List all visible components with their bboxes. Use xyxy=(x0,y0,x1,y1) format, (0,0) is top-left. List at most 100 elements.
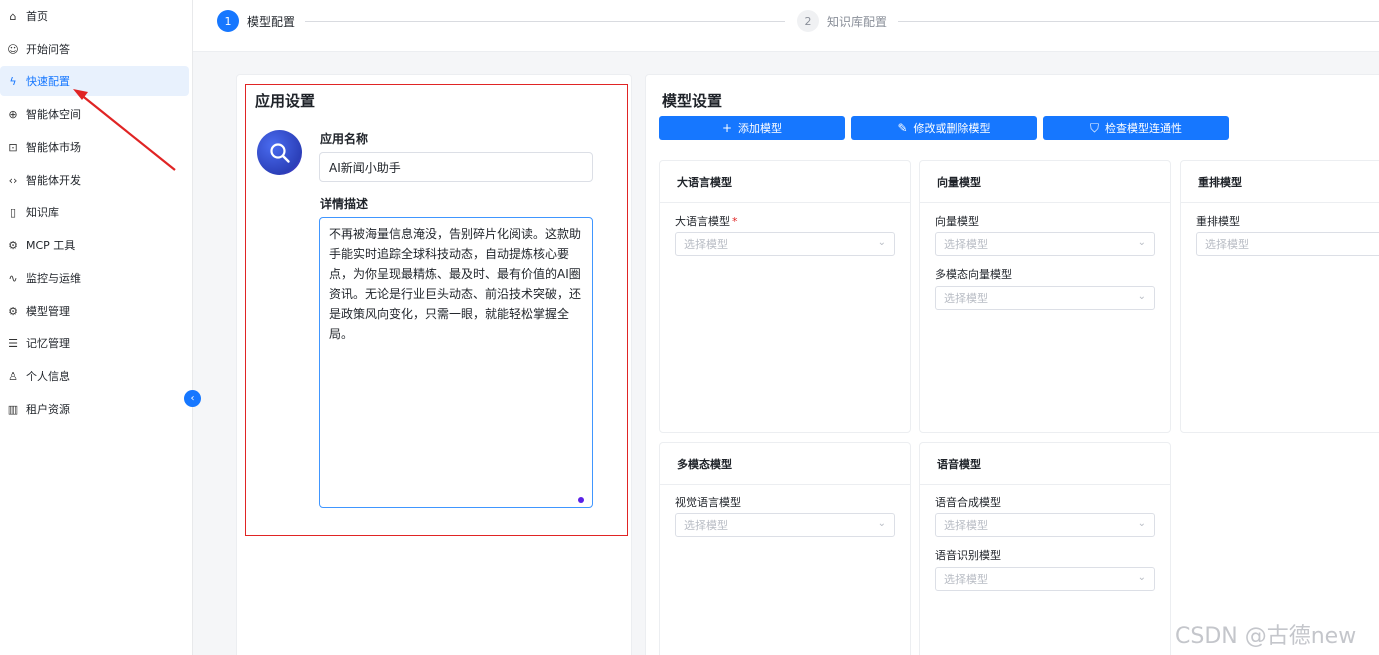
select-placeholder: 选择模型 xyxy=(944,573,988,586)
sidebar-item-label: 模型管理 xyxy=(26,305,70,318)
select-placeholder: 选择模型 xyxy=(684,519,728,532)
robot-icon: ☺ xyxy=(7,42,19,56)
card-title: 多模态模型 xyxy=(660,443,910,485)
sidebar-item-label: 智能体空间 xyxy=(26,108,81,121)
globe-icon: ⊕ xyxy=(8,107,18,121)
field-label-text: 大语言模型 xyxy=(675,215,730,228)
sidebar-item-label: 租户资源 xyxy=(26,403,70,416)
card-title: 语音模型 xyxy=(920,443,1170,485)
sidebar-item-label: 智能体开发 xyxy=(26,174,81,187)
sidebar-item-label: 快速配置 xyxy=(26,75,70,88)
code-icon: ‹› xyxy=(8,173,18,187)
model-settings-title: 模型设置 xyxy=(662,92,723,110)
sidebar-item-model-management[interactable]: ⚙ 模型管理 xyxy=(0,296,189,326)
home-icon: ⌂ xyxy=(9,9,17,23)
settings-icon: ⚙ xyxy=(8,304,18,318)
button-label: 添加模型 xyxy=(738,122,783,135)
button-label: 修改或删除模型 xyxy=(913,122,991,135)
step-connector xyxy=(305,21,785,22)
step-number: 2 xyxy=(797,10,819,32)
chevron-down-icon: ⌄ xyxy=(877,518,886,529)
tts-field-label: 语音合成模型 xyxy=(935,496,1001,509)
multimodal-vector-select[interactable]: 选择模型 ⌄ xyxy=(935,286,1155,310)
shield-check-icon: ⛉ xyxy=(1089,120,1099,135)
asr-field-label: 语音识别模型 xyxy=(935,549,1001,562)
step-number: 1 xyxy=(217,10,239,32)
select-placeholder: 选择模型 xyxy=(944,519,988,532)
plus-icon: + xyxy=(721,121,733,135)
sidebar-item-quick-config[interactable]: ϟ 快速配置 xyxy=(0,66,189,96)
llm-field-label: 大语言模型 * xyxy=(675,213,738,229)
plug-icon: ⚙ xyxy=(8,238,18,252)
chevron-left-icon: ‹ xyxy=(190,393,195,404)
card-title: 向量模型 xyxy=(920,161,1170,203)
sidebar-item-label: 监控与运维 xyxy=(26,272,81,285)
required-mark: * xyxy=(732,215,738,228)
step-knowledge-config[interactable]: 2 知识库配置 xyxy=(797,10,887,32)
edit-delete-model-button[interactable]: ✎ 修改或删除模型 xyxy=(851,116,1037,140)
chevron-down-icon: ⌄ xyxy=(1137,572,1146,583)
rerank-card: 重排模型 xyxy=(1180,160,1379,433)
sidebar-item-start-qa[interactable]: ☺ 开始问答 xyxy=(0,34,189,64)
annotation-highlight-box xyxy=(245,84,628,536)
asr-select[interactable]: 选择模型 ⌄ xyxy=(935,567,1155,591)
sidebar-item-tenant[interactable]: ▥ 租户资源 xyxy=(0,394,189,424)
sidebar-item-label: 记忆管理 xyxy=(26,337,70,350)
sidebar-item-label: 知识库 xyxy=(26,206,59,219)
step-label: 知识库配置 xyxy=(827,14,888,29)
sidebar-item-label: 首页 xyxy=(26,10,48,23)
sidebar-item-knowledge-base[interactable]: ▯ 知识库 xyxy=(0,197,189,227)
step-connector xyxy=(898,21,1379,22)
card-title: 重排模型 xyxy=(1181,161,1379,203)
sidebar-item-mcp-tools[interactable]: ⚙ MCP 工具 xyxy=(0,230,189,260)
button-label: 检查模型连通性 xyxy=(1105,122,1182,135)
vision-language-select[interactable]: 选择模型 ⌄ xyxy=(675,513,895,537)
book-icon: ▯ xyxy=(9,205,17,219)
multimodal-card: 多模态模型 xyxy=(659,442,911,655)
sidebar-item-memory[interactable]: ☰ 记忆管理 xyxy=(0,328,189,358)
llm-card: 大语言模型 xyxy=(659,160,911,433)
steps-bar: 1 模型配置 2 知识库配置 xyxy=(193,0,1379,52)
vision-language-field-label: 视觉语言模型 xyxy=(675,496,741,509)
sidebar-item-home[interactable]: ⌂ 首页 xyxy=(0,1,189,31)
shopping-bag-icon: ⊡ xyxy=(8,140,18,154)
lightning-icon: ϟ xyxy=(9,74,17,88)
select-placeholder: 选择模型 xyxy=(944,292,988,305)
watermark: CSDN @古德new xyxy=(1175,624,1357,649)
chevron-down-icon: ⌄ xyxy=(1137,518,1146,529)
select-placeholder: 选择模型 xyxy=(944,238,988,251)
sidebar-item-profile[interactable]: ♙ 个人信息 xyxy=(0,361,189,391)
building-icon: ▥ xyxy=(7,402,19,416)
sidebar-item-agent-market[interactable]: ⊡ 智能体市场 xyxy=(0,132,189,162)
sidebar-item-agent-dev[interactable]: ‹› 智能体开发 xyxy=(0,165,189,195)
sidebar-item-label: MCP 工具 xyxy=(26,239,76,252)
rerank-select[interactable]: 选择模型 xyxy=(1196,232,1379,256)
database-icon: ☰ xyxy=(8,336,18,350)
vector-select[interactable]: 选择模型 ⌄ xyxy=(935,232,1155,256)
add-model-button[interactable]: + 添加模型 xyxy=(659,116,845,140)
card-title: 大语言模型 xyxy=(660,161,910,203)
sidebar-item-label: 开始问答 xyxy=(26,43,70,56)
chevron-down-icon: ⌄ xyxy=(877,237,886,248)
vector-field-label: 向量模型 xyxy=(935,215,979,228)
pulse-icon: ∿ xyxy=(8,271,18,285)
sidebar-item-label: 个人信息 xyxy=(26,370,70,383)
user-icon: ♙ xyxy=(8,369,18,383)
chevron-down-icon: ⌄ xyxy=(1137,291,1146,302)
chevron-down-icon: ⌄ xyxy=(1137,237,1146,248)
step-model-config[interactable]: 1 模型配置 xyxy=(217,10,295,32)
sidebar-collapse-button[interactable]: ‹ xyxy=(184,390,201,407)
sidebar-item-monitoring[interactable]: ∿ 监控与运维 xyxy=(0,263,189,293)
rerank-field-label: 重排模型 xyxy=(1196,215,1240,228)
llm-select[interactable]: 选择模型 ⌄ xyxy=(675,232,895,256)
sidebar: ⌂ 首页 ☺ 开始问答 ϟ 快速配置 ⊕ 智能体空间 ⊡ 智能体市场 ‹› 智能体开发 ▯ 知… xyxy=(0,0,193,655)
multimodal-vector-field-label: 多模态向量模型 xyxy=(935,268,1012,281)
sidebar-item-agent-space[interactable]: ⊕ 智能体空间 xyxy=(0,99,189,129)
step-label: 模型配置 xyxy=(247,14,296,29)
select-placeholder: 选择模型 xyxy=(1205,238,1249,251)
check-connectivity-button[interactable]: ⛉ 检查模型连通性 xyxy=(1043,116,1229,140)
tts-select[interactable]: 选择模型 ⌄ xyxy=(935,513,1155,537)
sidebar-item-label: 智能体市场 xyxy=(26,141,81,154)
edit-icon: ✎ xyxy=(897,121,908,135)
select-placeholder: 选择模型 xyxy=(684,238,728,251)
